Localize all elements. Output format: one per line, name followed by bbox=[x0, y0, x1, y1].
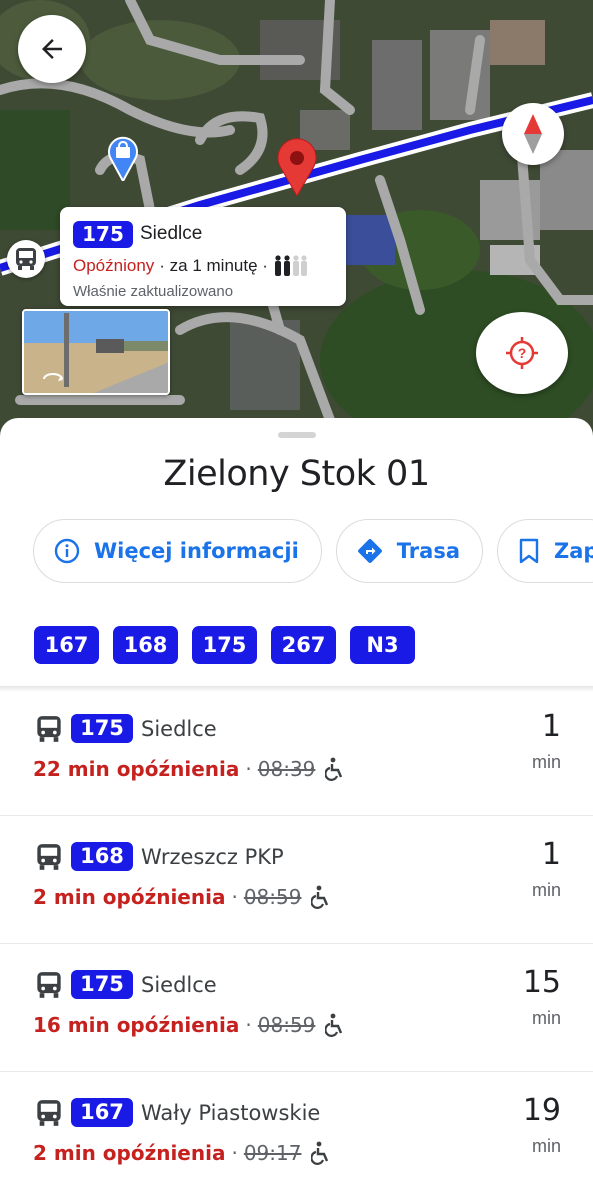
eta-unit: min bbox=[531, 1136, 561, 1156]
line-badge[interactable]: 167 bbox=[34, 626, 99, 664]
street-view-image bbox=[24, 311, 168, 393]
delay-text: 16 min opóźnienia bbox=[33, 1013, 240, 1037]
scheduled-time: 09:17 bbox=[243, 1141, 302, 1165]
directions-icon bbox=[357, 539, 382, 563]
delay-text: 2 min opóźnienia bbox=[33, 1141, 226, 1165]
save-label: Zap bbox=[554, 539, 593, 563]
scheduled-time: 08:39 bbox=[257, 757, 316, 781]
bus-icon bbox=[37, 971, 61, 998]
place-sheet[interactable]: Zielony Stok 01 Więcej informacji Trasa … bbox=[0, 418, 593, 1200]
wheelchair-icon bbox=[311, 1141, 329, 1165]
eta-value: 1 bbox=[541, 709, 561, 744]
eta-unit: min bbox=[531, 1008, 561, 1028]
eta-value: 15 bbox=[522, 965, 561, 1000]
departure-row[interactable]: 167 Wały Piastowskie 2 min opóźnienia · … bbox=[0, 1072, 593, 1200]
location-help-icon: ? bbox=[506, 337, 538, 369]
save-button[interactable]: Zap bbox=[497, 519, 593, 583]
line-badge: 175 bbox=[71, 714, 133, 743]
callout-arrival: · za 1 minutę · bbox=[159, 256, 268, 275]
line-badge[interactable]: 267 bbox=[271, 626, 336, 664]
separator: · bbox=[245, 757, 252, 781]
callout-updated: Właśnie zaktualizowano bbox=[73, 283, 234, 300]
delay-text: 22 min opóźnienia bbox=[33, 757, 240, 781]
compass-button[interactable] bbox=[502, 103, 564, 165]
line-badge[interactable]: N3 bbox=[350, 626, 415, 664]
street-view-thumbnail[interactable] bbox=[22, 309, 170, 395]
line-badge[interactable]: 175 bbox=[192, 626, 257, 664]
destination: Wały Piastowskie bbox=[141, 1100, 321, 1125]
svg-text:?: ? bbox=[518, 345, 527, 361]
line-badge[interactable]: 168 bbox=[113, 626, 178, 664]
arrow-back-icon bbox=[42, 39, 62, 59]
wheelchair-icon bbox=[325, 757, 343, 781]
delay-text: 2 min opóźnienia bbox=[33, 885, 226, 909]
directions-button[interactable]: Trasa bbox=[335, 519, 483, 583]
locate-button[interactable]: ? bbox=[476, 312, 568, 394]
place-title: Zielony Stok 01 bbox=[163, 454, 430, 494]
separator: · bbox=[231, 1141, 238, 1165]
back-button[interactable] bbox=[18, 15, 86, 83]
eta-unit: min bbox=[531, 752, 561, 772]
bus-stop-marker[interactable] bbox=[7, 240, 45, 278]
shopping-bag-pin-icon[interactable] bbox=[107, 135, 139, 181]
line-badge: 175 bbox=[71, 970, 133, 999]
separator: · bbox=[231, 885, 238, 909]
more-info-button[interactable]: Więcej informacji bbox=[33, 519, 322, 583]
action-chips: Więcej informacji Trasa Zap bbox=[33, 519, 593, 583]
line-badge: 175 bbox=[73, 220, 133, 248]
callout-status: Opóźniony bbox=[73, 256, 155, 275]
wheelchair-icon bbox=[311, 885, 329, 909]
callout-destination: Siedlce bbox=[140, 223, 203, 244]
departure-callout[interactable]: 175 Siedlce Opóźniony · za 1 minutę · Wł… bbox=[60, 207, 346, 306]
bus-icon bbox=[37, 715, 61, 742]
drag-handle[interactable] bbox=[278, 432, 316, 438]
line-list: 167 168 175 267 N3 bbox=[34, 626, 429, 664]
departure-row[interactable]: 168 Wrzeszcz PKP 2 min opóźnienia · 08:5… bbox=[0, 816, 593, 944]
eta-value: 1 bbox=[541, 837, 561, 872]
scheduled-time: 08:59 bbox=[243, 885, 302, 909]
separator: · bbox=[245, 1013, 252, 1037]
destination: Wrzeszcz PKP bbox=[141, 844, 284, 869]
more-info-label: Więcej informacji bbox=[94, 539, 299, 563]
bookmark-icon bbox=[519, 538, 539, 564]
wheelchair-icon bbox=[325, 1013, 343, 1037]
line-badge: 168 bbox=[71, 842, 133, 871]
directions-label: Trasa bbox=[396, 539, 460, 563]
occupancy-icon bbox=[274, 255, 307, 276]
eta-value: 19 bbox=[522, 1093, 561, 1128]
departure-row[interactable]: 175 Siedlce 16 min opóźnienia · 08:59 15… bbox=[0, 944, 593, 1072]
bus-icon bbox=[37, 843, 61, 870]
scheduled-time: 08:59 bbox=[257, 1013, 316, 1037]
destination: Siedlce bbox=[141, 716, 217, 741]
line-badge: 167 bbox=[71, 1098, 133, 1127]
info-icon bbox=[54, 538, 80, 564]
destination: Siedlce bbox=[141, 972, 217, 997]
eta-unit: min bbox=[531, 880, 561, 900]
departure-row[interactable]: 175 Siedlce 22 min opóźnienia · 08:39 1 … bbox=[0, 688, 593, 816]
bus-icon bbox=[37, 1099, 61, 1126]
map-view[interactable]: 175 Siedlce Opóźniony · za 1 minutę · Wł… bbox=[0, 0, 593, 440]
bus-icon bbox=[16, 248, 36, 270]
red-place-pin-icon[interactable] bbox=[276, 138, 318, 196]
compass-icon bbox=[524, 114, 542, 154]
